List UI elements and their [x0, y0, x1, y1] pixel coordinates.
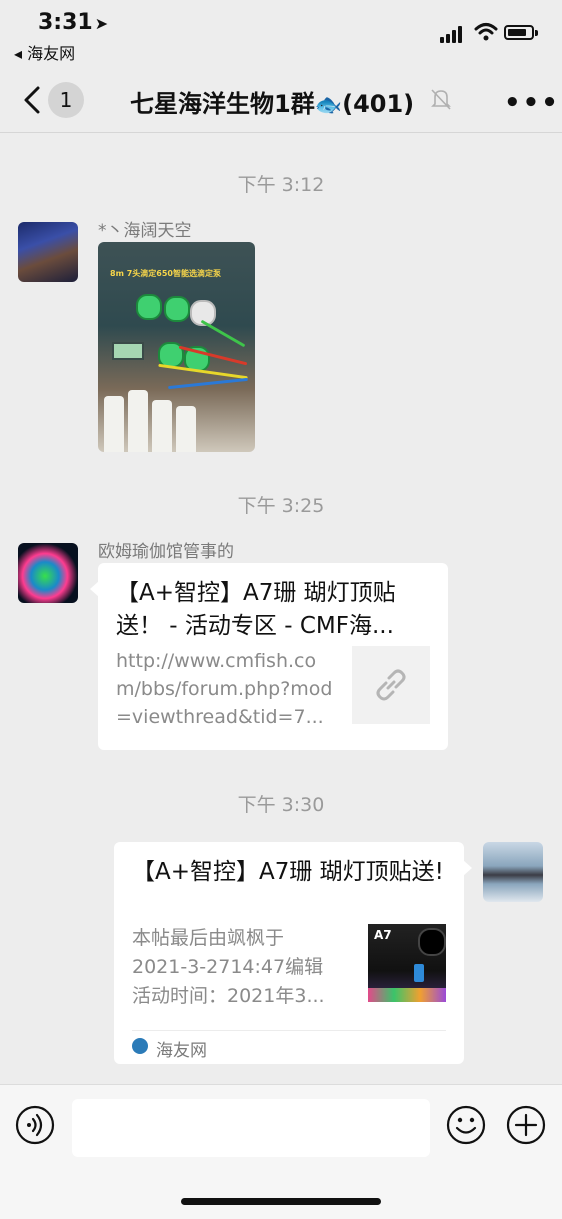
image-message[interactable]: 8m 7头滴定650智能选滴定泵 [98, 242, 255, 452]
link-card[interactable]: 【A+智控】A7珊 瑚灯顶贴送！ - 活动专区 - CMF海... http:/… [90, 563, 448, 750]
message-timestamp: 下午 3:12 [237, 174, 325, 196]
plus-icon[interactable] [506, 1105, 546, 1145]
status-time: 3:31 ➤ [38, 10, 109, 35]
sender-avatar[interactable] [18, 222, 78, 282]
chat-header: 1 七星海洋生物1群🐟(401) ••• [0, 70, 562, 133]
source-logo-icon [132, 1038, 148, 1054]
home-indicator[interactable] [181, 1198, 381, 1205]
link-thumbnail [352, 646, 430, 724]
link-card-self[interactable]: 【A+智控】A7珊 瑚灯顶贴送! 本帖最后由飒枫于 2021-3-2714:47… [114, 842, 472, 1064]
chat-title: 七星海洋生物1群🐟(401) [130, 90, 415, 118]
message-timestamp: 下午 3:25 [237, 495, 325, 517]
sender-name: 欧姆瑜伽馆管事的 [98, 542, 234, 562]
cellular-signal-icon [440, 25, 466, 43]
bell-slash-icon [431, 89, 451, 110]
message-input[interactable] [72, 1099, 430, 1157]
location-arrow-icon: ➤ [94, 14, 109, 33]
fish-emoji: 🐟 [314, 93, 343, 118]
wifi-icon [474, 23, 498, 41]
link-source: 海友网 [156, 1041, 207, 1061]
status-bar: 3:31 ➤ ◂ 海友网 [0, 0, 562, 70]
ellipsis-icon[interactable]: ••• [504, 88, 560, 118]
link-thumbnail: A7 [368, 924, 446, 1002]
sender-avatar[interactable] [18, 543, 78, 603]
link-icon [376, 669, 406, 701]
sender-name: *丶海阔天空 [98, 221, 192, 241]
battery-icon [504, 25, 538, 40]
link-description: 本帖最后由飒枫于 2021-3-2714:47编辑 活动时间：2021年3... [132, 927, 325, 1007]
emoji-icon[interactable] [446, 1105, 486, 1145]
chevron-left-icon[interactable] [20, 82, 50, 118]
image-caption: 8m 7头滴定650智能选滴定泵 [110, 269, 221, 278]
message-timestamp: 下午 3:30 [237, 794, 325, 816]
back-to-app-link[interactable]: ◂ 海友网 [14, 40, 75, 64]
link-title: 【A+智控】A7珊 瑚灯顶贴送！ - 活动专区 - CMF海... [116, 580, 396, 639]
my-avatar[interactable] [483, 842, 543, 902]
voice-icon[interactable] [15, 1105, 55, 1145]
link-title: 【A+智控】A7珊 瑚灯顶贴送! [132, 859, 444, 885]
link-description: http://www.cmfish.com/bbs/forum.php?mod=… [116, 650, 333, 728]
unread-count-badge[interactable]: 1 [48, 82, 84, 118]
